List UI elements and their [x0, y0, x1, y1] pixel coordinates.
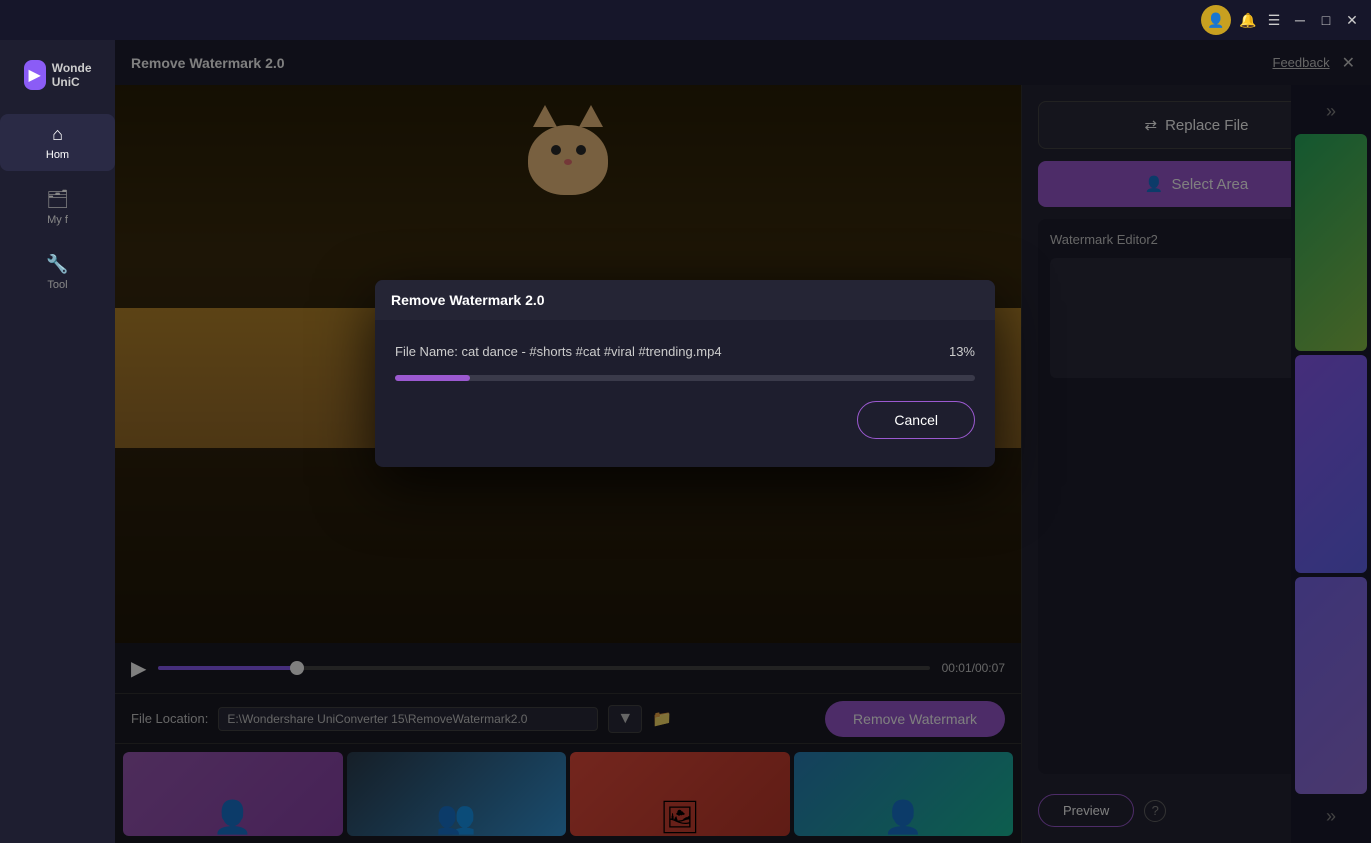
tools-icon: 🔧 [46, 254, 68, 275]
cancel-button[interactable]: Cancel [857, 401, 975, 439]
modal-dialog: Remove Watermark 2.0 File Name: cat danc… [375, 280, 995, 467]
modal-body: File Name: cat dance - #shorts #cat #vir… [375, 320, 995, 467]
app-container: 👤 🔔 ☰ ─ □ ✕ ▶ Wonde UniC ⌂ Hom 🗂 [0, 0, 1371, 843]
content-area: Remove Watermark 2.0 Feedback ✕ [115, 40, 1371, 843]
modal-overlay: Remove Watermark 2.0 File Name: cat danc… [115, 40, 1371, 843]
progress-bar-container [395, 375, 975, 381]
app-close-button[interactable]: ✕ [1343, 11, 1361, 29]
sidebar-logo: ▶ Wonde UniC [18, 50, 98, 100]
sidebar-item-home-label: Hom [46, 149, 69, 161]
sidebar-item-home[interactable]: ⌂ Hom [0, 114, 115, 171]
minimize-button[interactable]: ─ [1291, 11, 1309, 29]
modal-footer: Cancel [395, 401, 975, 447]
sidebar-item-tools[interactable]: 🔧 Tool [0, 244, 115, 301]
progress-percent-label: 13% [949, 344, 975, 359]
title-bar-controls: 🔔 ☰ ─ □ ✕ [1239, 11, 1361, 29]
main-layout: ▶ Wonde UniC ⌂ Hom 🗂 My f 🔧 Tool [0, 0, 1371, 843]
file-name-text: File Name: cat dance - #shorts #cat #vir… [395, 344, 722, 359]
sidebar-item-myfiles-label: My f [47, 214, 68, 226]
menu-icon[interactable]: ☰ [1265, 11, 1283, 29]
notification-icon[interactable]: 🔔 [1239, 11, 1257, 29]
sidebar-item-myfiles[interactable]: 🗂 My f [0, 179, 115, 236]
user-avatar[interactable]: 👤 [1201, 5, 1231, 35]
home-icon: ⌂ [52, 124, 63, 145]
sidebar: ▶ Wonde UniC ⌂ Hom 🗂 My f 🔧 Tool [0, 40, 115, 843]
myfiles-icon: 🗂 [46, 189, 69, 210]
progress-bar-fill [395, 375, 470, 381]
sidebar-item-tools-label: Tool [47, 279, 67, 291]
file-info-row: File Name: cat dance - #shorts #cat #vir… [395, 344, 975, 359]
logo-text: Wonde UniC [52, 61, 92, 90]
title-bar: 👤 🔔 ☰ ─ □ ✕ [0, 0, 1371, 40]
modal-title: Remove Watermark 2.0 [391, 292, 545, 308]
maximize-button[interactable]: □ [1317, 11, 1335, 29]
modal-header: Remove Watermark 2.0 [375, 280, 995, 320]
logo-icon: ▶ [24, 60, 46, 90]
